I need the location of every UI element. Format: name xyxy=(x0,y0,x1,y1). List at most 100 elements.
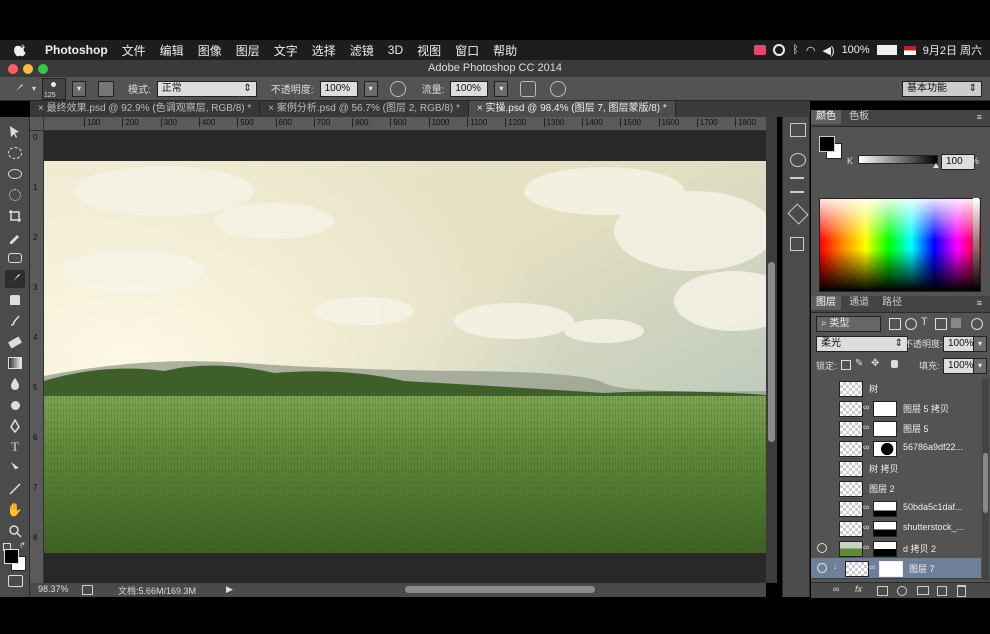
k-slider-handle[interactable] xyxy=(933,163,939,168)
eraser-tool-icon[interactable] xyxy=(5,333,25,351)
layer-opacity-dropdown[interactable]: ▾ xyxy=(973,336,987,352)
landscape-image[interactable] xyxy=(44,131,766,583)
new-layer-icon[interactable] xyxy=(937,586,947,596)
link-icon[interactable]: ∞ xyxy=(869,562,875,572)
apple-icon[interactable] xyxy=(14,43,28,57)
adjustment-layer-icon[interactable] xyxy=(897,586,907,596)
filter-adjust-icon[interactable] xyxy=(905,318,917,330)
date-time[interactable]: 9月2日 周六 xyxy=(923,42,982,58)
menu-edit[interactable]: 编辑 xyxy=(153,42,191,59)
layer-row[interactable]: ∞ 图层 5 xyxy=(811,418,981,439)
filter-shape-icon[interactable] xyxy=(935,318,947,330)
layer-name[interactable]: 图层 5 拷贝 xyxy=(903,402,949,415)
tab-close-icon[interactable]: × xyxy=(477,103,486,114)
tab-layers[interactable]: 图层 xyxy=(811,296,841,310)
layer-row[interactable]: 树 xyxy=(811,378,981,399)
menu-app-name[interactable]: Photoshop xyxy=(38,43,115,57)
flow-field[interactable]: 100% xyxy=(450,80,489,97)
layer-mask-thumbnail[interactable] xyxy=(873,541,897,557)
brush-size-preview[interactable]: 125 xyxy=(42,77,67,100)
path-selection-tool-icon[interactable] xyxy=(5,459,25,477)
tab-close-icon[interactable]: × xyxy=(268,103,277,114)
horizontal-scroll-thumb[interactable] xyxy=(405,586,595,593)
menu-view[interactable]: 视图 xyxy=(410,42,448,59)
lock-position-icon[interactable]: ✥ xyxy=(871,358,879,369)
link-icon[interactable]: ∞ xyxy=(863,442,869,452)
link-icon[interactable]: ∞ xyxy=(863,542,869,552)
layer-row[interactable]: ∞ 图层 5 拷贝 xyxy=(811,398,981,419)
zoom-window-icon[interactable] xyxy=(38,64,48,74)
layer-mask-thumbnail[interactable] xyxy=(879,561,903,577)
minimize-window-icon[interactable] xyxy=(23,64,33,74)
dodge-tool-icon[interactable] xyxy=(5,396,25,414)
layer-row[interactable]: 图层 2 xyxy=(811,478,981,499)
bluetooth-icon[interactable]: ᛒ xyxy=(792,44,799,56)
tab-color[interactable]: 颜色 xyxy=(811,110,841,124)
menu-image[interactable]: 图像 xyxy=(191,42,229,59)
visibility-toggle[interactable] xyxy=(817,483,827,493)
lock-all-icon[interactable] xyxy=(891,360,898,368)
layer-name[interactable]: 50bda5c1daf... xyxy=(903,502,963,512)
pen-tool-icon[interactable] xyxy=(5,417,25,435)
opacity-dropdown[interactable]: ▾ xyxy=(363,80,378,97)
tab-case-analysis[interactable]: × 案例分析.psd @ 56.7% (图层 2, RGB/8) * xyxy=(260,101,469,117)
layer-mask-thumbnail[interactable] xyxy=(873,421,897,437)
quick-select-tool-icon[interactable] xyxy=(5,186,25,204)
battery-icon[interactable] xyxy=(876,45,897,55)
visibility-toggle[interactable] xyxy=(817,443,827,453)
mode-select[interactable]: 正常 ⇕ xyxy=(156,80,257,97)
vertical-scroll-thumb[interactable] xyxy=(768,262,775,442)
lasso-tool-icon[interactable] xyxy=(5,165,25,183)
add-mask-icon[interactable] xyxy=(877,586,888,596)
layer-name[interactable]: 56786a9df22... xyxy=(903,442,963,452)
crop-tool-icon[interactable] xyxy=(5,207,25,225)
visibility-toggle[interactable] xyxy=(817,423,827,433)
history-panel-icon[interactable] xyxy=(790,123,806,137)
eye-icon[interactable] xyxy=(817,543,827,553)
wifi-icon[interactable]: ◠ xyxy=(806,44,816,57)
filter-smart-icon[interactable] xyxy=(951,318,961,328)
link-layers-icon[interactable]: ∞ xyxy=(833,584,839,594)
visibility-toggle[interactable] xyxy=(817,403,827,413)
volume-icon[interactable]: ◀) xyxy=(822,44,834,57)
brush-icon[interactable] xyxy=(10,81,26,97)
tab-paths[interactable]: 路径 xyxy=(877,296,907,310)
layer-mask-thumbnail[interactable] xyxy=(873,401,897,417)
new-group-icon[interactable] xyxy=(917,586,929,595)
adjustments-panel-icon[interactable] xyxy=(790,177,804,193)
pressure-opacity-icon[interactable] xyxy=(389,80,406,97)
brush-panel-icon[interactable] xyxy=(98,80,115,97)
filter-pixel-icon[interactable] xyxy=(889,318,901,330)
layer-name[interactable]: shutterstock_... xyxy=(903,522,964,532)
history-brush-tool-icon[interactable] xyxy=(5,312,25,330)
filter-type-icon[interactable]: T xyxy=(921,316,928,328)
layer-name[interactable]: 树 xyxy=(869,382,878,395)
menu-3d[interactable]: 3D xyxy=(381,43,410,57)
document-canvas[interactable] xyxy=(44,131,766,583)
marquee-tool-icon[interactable] xyxy=(5,144,25,162)
menu-type[interactable]: 文字 xyxy=(267,42,305,59)
layer-row-selected[interactable]: ↓ ∞ 图层 7 xyxy=(811,558,981,579)
brush-tool-icon[interactable] xyxy=(5,270,25,288)
3d-panel-icon[interactable] xyxy=(790,237,804,251)
flag-icon[interactable] xyxy=(903,45,916,55)
airbrush-icon[interactable] xyxy=(520,80,537,97)
visibility-toggle[interactable] xyxy=(817,523,827,533)
layer-row[interactable]: ∞ d 拷贝 2 xyxy=(811,538,981,559)
brush-size-dropdown[interactable]: ▾ xyxy=(72,80,87,97)
eyedropper-tool-icon[interactable] xyxy=(5,228,25,246)
link-icon[interactable]: ∞ xyxy=(863,502,869,512)
layer-mask-thumbnail[interactable] xyxy=(873,441,897,457)
line-tool-icon[interactable] xyxy=(5,480,25,498)
blend-mode-select[interactable]: 柔光 ⇕ xyxy=(816,336,908,352)
k-slider[interactable] xyxy=(858,155,938,164)
lock-pixels-icon[interactable]: ✎ xyxy=(855,358,863,369)
fg-color-chip[interactable] xyxy=(819,136,835,152)
type-tool-icon[interactable]: T xyxy=(5,438,25,456)
panel-menu-icon[interactable]: ≡ xyxy=(977,112,982,122)
layer-row[interactable]: ∞ 50bda5c1daf... xyxy=(811,498,981,519)
link-icon[interactable]: ∞ xyxy=(863,422,869,432)
layer-name[interactable]: 图层 7 xyxy=(909,562,935,575)
visibility-toggle[interactable] xyxy=(817,503,827,513)
layer-mask-thumbnail[interactable] xyxy=(873,501,897,517)
